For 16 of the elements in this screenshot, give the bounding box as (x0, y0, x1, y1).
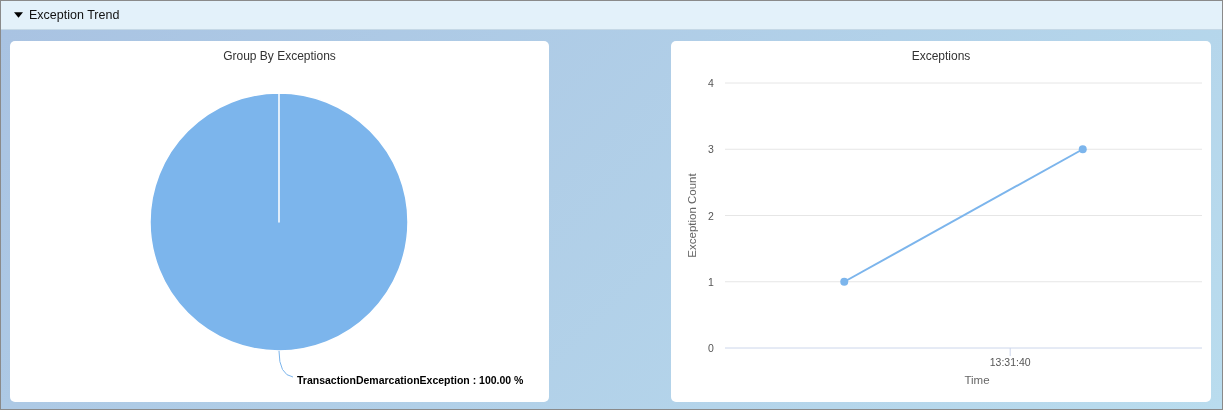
y-tick-label: 2 (708, 209, 714, 222)
x-tick-label: 13:31:40 (989, 356, 1031, 368)
y-tick-label: 3 (708, 143, 714, 156)
chart-title: Group By Exceptions (222, 48, 337, 65)
data-point (1078, 145, 1087, 154)
section-header[interactable]: Exception Trend (1, 1, 1222, 30)
chart-title: Exceptions (910, 48, 972, 65)
leader-line (278, 350, 294, 378)
y-tick-label: 0 (708, 342, 714, 354)
y-axis-title: Exception Count (686, 173, 698, 258)
caret-icon (14, 12, 23, 18)
data-point (840, 277, 849, 286)
y-tick-label: 4 (708, 77, 714, 89)
data-label: TransactionDemarcationException : 100.00 % (297, 374, 524, 386)
x-axis-title: Time (964, 374, 990, 386)
y-tick-label: 1 (708, 275, 714, 288)
